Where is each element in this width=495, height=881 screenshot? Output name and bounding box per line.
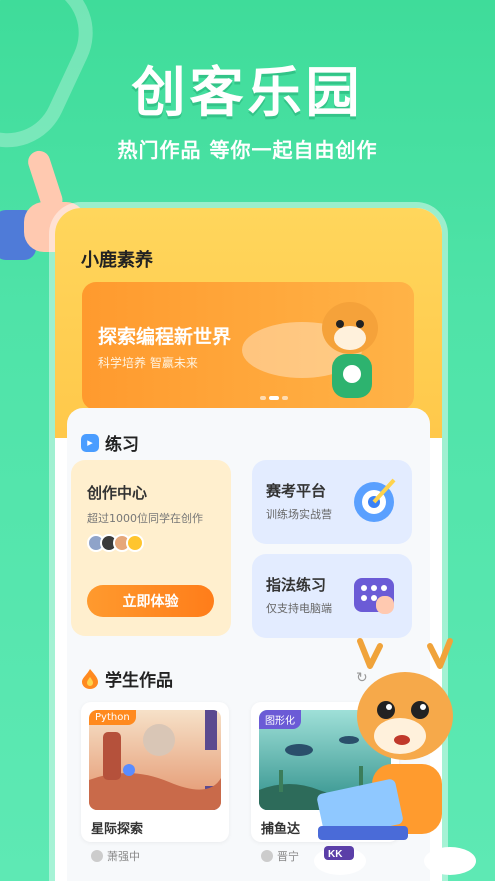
carousel-dot-active bbox=[269, 396, 279, 400]
work-title: 捕鱼达 bbox=[261, 822, 301, 837]
work-card[interactable]: Python 星际探索 萧强中 bbox=[81, 702, 229, 863]
author-avatar bbox=[91, 850, 103, 862]
typing-practice-title: 指法练习 bbox=[266, 576, 327, 594]
carousel-indicator bbox=[260, 396, 288, 400]
app-name: 小鹿素养 bbox=[81, 250, 153, 271]
banner-title: 探索编程新世界 bbox=[98, 326, 232, 348]
space-scene-illustration bbox=[89, 710, 221, 810]
author-name: 晋宁 bbox=[277, 850, 299, 863]
target-icon bbox=[354, 478, 396, 522]
typing-practice-subtitle: 仅支持电脑端 bbox=[266, 602, 332, 615]
hero-title: 创客乐园 bbox=[131, 61, 364, 124]
deer-mascot-banner-illustration bbox=[242, 302, 378, 398]
exam-platform-subtitle: 训练场实战营 bbox=[266, 508, 332, 521]
practice-section-header: ▸ 练习 bbox=[81, 430, 139, 455]
create-center-title: 创作中心 bbox=[87, 484, 148, 502]
work-title: 星际探索 bbox=[91, 822, 144, 837]
works-section-title: 学生作品 bbox=[105, 671, 173, 691]
work-author: 萧强中 bbox=[91, 848, 140, 864]
language-tag: 图形化 bbox=[259, 710, 301, 729]
carousel-dot bbox=[260, 396, 266, 400]
work-thumbnail: Python bbox=[89, 710, 221, 810]
author-avatar bbox=[261, 850, 273, 862]
practice-icon: ▸ bbox=[81, 433, 99, 452]
typing-practice-card[interactable]: 指法练习 仅支持电脑端 bbox=[252, 554, 412, 638]
carousel-dot bbox=[282, 396, 288, 400]
language-tag: Python bbox=[89, 710, 136, 725]
svg-text:KK: KK bbox=[328, 849, 343, 860]
work-author: 晋宁 bbox=[261, 848, 299, 864]
create-center-subtitle: 超过1000位同学在创作 bbox=[87, 512, 203, 525]
creator-avatars bbox=[87, 534, 144, 552]
author-name: 萧强中 bbox=[107, 850, 140, 863]
avatar-more bbox=[126, 534, 144, 552]
exam-platform-card[interactable]: 赛考平台 训练场实战营 bbox=[252, 460, 412, 544]
keyboard-hand-icon bbox=[354, 578, 394, 614]
practice-section-title: 练习 bbox=[105, 435, 139, 455]
promo-banner[interactable]: 探索编程新世界 科学培养 智赢未来 bbox=[82, 282, 414, 410]
try-now-button[interactable]: 立即体验 bbox=[87, 585, 214, 617]
works-section-header: 学生作品 bbox=[81, 666, 173, 691]
flame-icon bbox=[82, 668, 98, 689]
exam-platform-title: 赛考平台 bbox=[266, 482, 327, 500]
banner-subtitle: 科学培养 智赢未来 bbox=[98, 356, 198, 370]
create-center-card[interactable]: 创作中心 超过1000位同学在创作 立即体验 bbox=[71, 460, 231, 636]
deer-mascot-laptop-illustration: KK bbox=[314, 638, 476, 875]
hero-subtitle: 热门作品 等你一起自由创作 bbox=[117, 138, 378, 162]
